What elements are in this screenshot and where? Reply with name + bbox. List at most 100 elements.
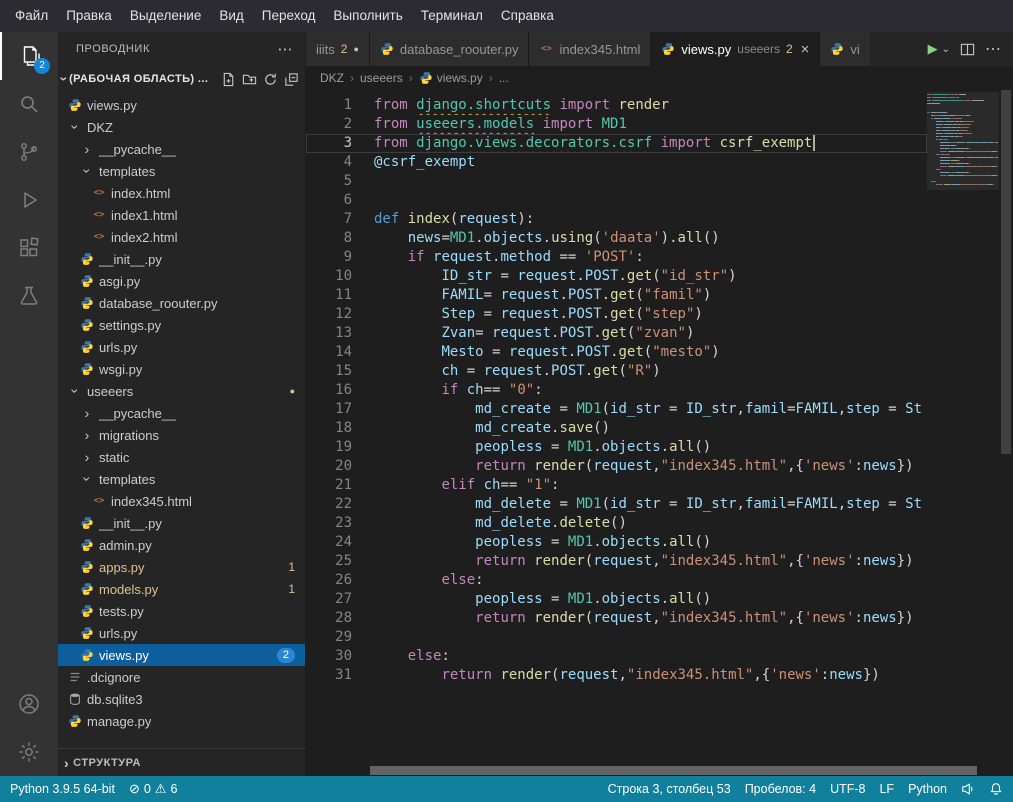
tree-item-templates[interactable]: ›templates bbox=[58, 468, 305, 490]
indentation[interactable]: Пробелов: 4 bbox=[745, 782, 816, 796]
tree-item-pycache[interactable]: ›__pycache__ bbox=[58, 138, 305, 160]
code-line[interactable]: 28 return render(request,"index345.html"… bbox=[306, 609, 927, 628]
menu-item-справка[interactable]: Справка bbox=[492, 0, 563, 32]
testing-icon[interactable] bbox=[0, 272, 58, 320]
tree-item-asgi-py[interactable]: asgi.py bbox=[58, 270, 305, 292]
tree-item-admin-py[interactable]: admin.py bbox=[58, 534, 305, 556]
run-debug-icon[interactable] bbox=[0, 176, 58, 224]
breadcrumb-item-item[interactable]: ... bbox=[499, 71, 509, 85]
code-line[interactable]: 15 ch = request.POST.get("R") bbox=[306, 362, 927, 381]
search-icon[interactable] bbox=[0, 80, 58, 128]
tree-item-init-py[interactable]: __init__.py bbox=[58, 512, 305, 534]
code-line[interactable]: 13 Zvan= request.POST.get("zvan") bbox=[306, 324, 927, 343]
encoding[interactable]: UTF-8 bbox=[830, 782, 865, 796]
tree-item-views-py[interactable]: views.py2 bbox=[58, 644, 305, 666]
tree-item-database-roouter-py[interactable]: database_roouter.py bbox=[58, 292, 305, 314]
tree-item-urls-py[interactable]: urls.py bbox=[58, 336, 305, 358]
code-line[interactable]: 10 ID_str = request.POST.get("id_str") bbox=[306, 267, 927, 286]
code-line[interactable]: 7def index(request): bbox=[306, 210, 927, 229]
menu-item-выделение[interactable]: Выделение bbox=[121, 0, 211, 32]
tree-item-models-py[interactable]: models.py1 bbox=[58, 578, 305, 600]
code-line[interactable]: 31 return render(request,"index345.html"… bbox=[306, 666, 927, 685]
tree-item-db-sqlite3[interactable]: db.sqlite3 bbox=[58, 688, 305, 710]
problems-indicator[interactable]: ⊘ 0 ⚠ 6 bbox=[129, 781, 177, 797]
tab-database-roouter-py[interactable]: database_roouter.py bbox=[370, 32, 530, 66]
code-line[interactable]: 3from django.views.decorators.csrf impor… bbox=[306, 134, 927, 153]
more-actions-icon[interactable]: ⋯ bbox=[985, 39, 1001, 59]
new-folder-icon[interactable] bbox=[242, 72, 257, 87]
tree-item-index1-html[interactable]: <>index1.html bbox=[58, 204, 305, 226]
code-line[interactable]: 5 bbox=[306, 172, 927, 191]
menu-item-переход[interactable]: Переход bbox=[253, 0, 325, 32]
eol[interactable]: LF bbox=[879, 782, 894, 796]
tree-item-tests-py[interactable]: tests.py bbox=[58, 600, 305, 622]
code-line[interactable]: 8 news=MD1.objects.using('daata').all() bbox=[306, 229, 927, 248]
tree-item-static[interactable]: ›static bbox=[58, 446, 305, 468]
menu-item-вид[interactable]: Вид bbox=[210, 0, 252, 32]
breadcrumb-item-dkz[interactable]: DKZ bbox=[320, 71, 344, 85]
breadcrumb-item-views-py[interactable]: views.py bbox=[419, 71, 483, 85]
code-line[interactable]: 26 else: bbox=[306, 571, 927, 590]
explorer-icon[interactable]: 2 bbox=[0, 32, 58, 80]
code-line[interactable]: 12 Step = request.POST.get("step") bbox=[306, 305, 927, 324]
code-line[interactable]: 14 Mesto = request.POST.get("mesto") bbox=[306, 343, 927, 362]
split-editor-icon[interactable] bbox=[960, 42, 975, 57]
cursor-position[interactable]: Строка 3, столбец 53 bbox=[608, 782, 731, 796]
account-icon[interactable] bbox=[0, 680, 58, 728]
tree-item-dkz[interactable]: ›DKZ bbox=[58, 116, 305, 138]
menu-item-выполнить[interactable]: Выполнить bbox=[324, 0, 411, 32]
tree-item-index345-html[interactable]: <>index345.html bbox=[58, 490, 305, 512]
notifications-bell-icon[interactable] bbox=[989, 782, 1003, 796]
code-line[interactable]: 1from django.shortcuts import render bbox=[306, 96, 927, 115]
tab-views-py[interactable]: views.pyuseeers2× bbox=[651, 32, 820, 66]
tree-item-settings-py[interactable]: settings.py bbox=[58, 314, 305, 336]
tree-item-pycache[interactable]: ›__pycache__ bbox=[58, 402, 305, 424]
code-line[interactable]: 11 FAMIL= request.POST.get("famil") bbox=[306, 286, 927, 305]
vertical-scrollbar[interactable] bbox=[999, 90, 1013, 764]
settings-gear-icon[interactable] bbox=[0, 728, 58, 776]
menu-item-файл[interactable]: Файл bbox=[6, 0, 57, 32]
source-control-icon[interactable] bbox=[0, 128, 58, 176]
tree-item-apps-py[interactable]: apps.py1 bbox=[58, 556, 305, 578]
tree-item-index-html[interactable]: <>index.html bbox=[58, 182, 305, 204]
breadcrumb-item-useeers[interactable]: useeers bbox=[360, 71, 403, 85]
code-line[interactable]: 18 md_create.save() bbox=[306, 419, 927, 438]
tab-index345-html[interactable]: <>index345.html bbox=[529, 32, 651, 66]
code-editor[interactable]: 1from django.shortcuts import render2fro… bbox=[306, 90, 1013, 776]
tree-item-dcignore[interactable]: .dcignore bbox=[58, 666, 305, 688]
tree-item-wsgi-py[interactable]: wsgi.py bbox=[58, 358, 305, 380]
outline-section-header[interactable]: › СТРУКТУРА bbox=[58, 748, 305, 776]
code-line[interactable]: 16 if ch== "0": bbox=[306, 381, 927, 400]
code-line[interactable]: 21 elif ch== "1": bbox=[306, 476, 927, 495]
run-dropdown-icon[interactable]: ⌄ bbox=[942, 44, 950, 55]
code-line[interactable]: 25 return render(request,"index345.html"… bbox=[306, 552, 927, 571]
code-line[interactable]: 2from useeers.models import MD1 bbox=[306, 115, 927, 134]
tree-item-urls-py[interactable]: urls.py bbox=[58, 622, 305, 644]
code-line[interactable]: 24 peopless = MD1.objects.all() bbox=[306, 533, 927, 552]
tree-item-manage-py[interactable]: manage.py bbox=[58, 710, 305, 732]
new-file-icon[interactable] bbox=[221, 72, 236, 87]
collapse-all-icon[interactable] bbox=[284, 72, 299, 87]
code-line[interactable]: 23 md_delete.delete() bbox=[306, 514, 927, 533]
code-line[interactable]: 30 else: bbox=[306, 647, 927, 666]
code-line[interactable]: 6 bbox=[306, 191, 927, 210]
code-line[interactable]: 19 peopless = MD1.objects.all() bbox=[306, 438, 927, 457]
python-interpreter[interactable]: Python 3.9.5 64-bit bbox=[10, 782, 115, 796]
close-tab-icon[interactable]: × bbox=[801, 41, 810, 58]
code-line[interactable]: 20 return render(request,"index345.html"… bbox=[306, 457, 927, 476]
feedback-icon[interactable] bbox=[961, 782, 975, 796]
code-line[interactable]: 29 bbox=[306, 628, 927, 647]
tab-vi[interactable]: vi bbox=[820, 32, 869, 66]
dirty-dot-icon[interactable]: ● bbox=[353, 44, 358, 54]
code-line[interactable]: 4@csrf_exempt bbox=[306, 153, 927, 172]
code-line[interactable]: 17 md_create = MD1(id_str = ID_str,famil… bbox=[306, 400, 927, 419]
minimap[interactable] bbox=[927, 92, 999, 764]
code-line[interactable]: 27 peopless = MD1.objects.all() bbox=[306, 590, 927, 609]
code-line[interactable]: 22 md_delete = MD1(id_str = ID_str,famil… bbox=[306, 495, 927, 514]
tree-item-migrations[interactable]: ›migrations bbox=[58, 424, 305, 446]
tree-item-init-py[interactable]: __init__.py bbox=[58, 248, 305, 270]
tree-item-useeers[interactable]: ›useeers● bbox=[58, 380, 305, 402]
refresh-icon[interactable] bbox=[263, 72, 278, 87]
tab-iiits[interactable]: iiits2● bbox=[306, 32, 370, 66]
tree-item-templates[interactable]: ›templates bbox=[58, 160, 305, 182]
